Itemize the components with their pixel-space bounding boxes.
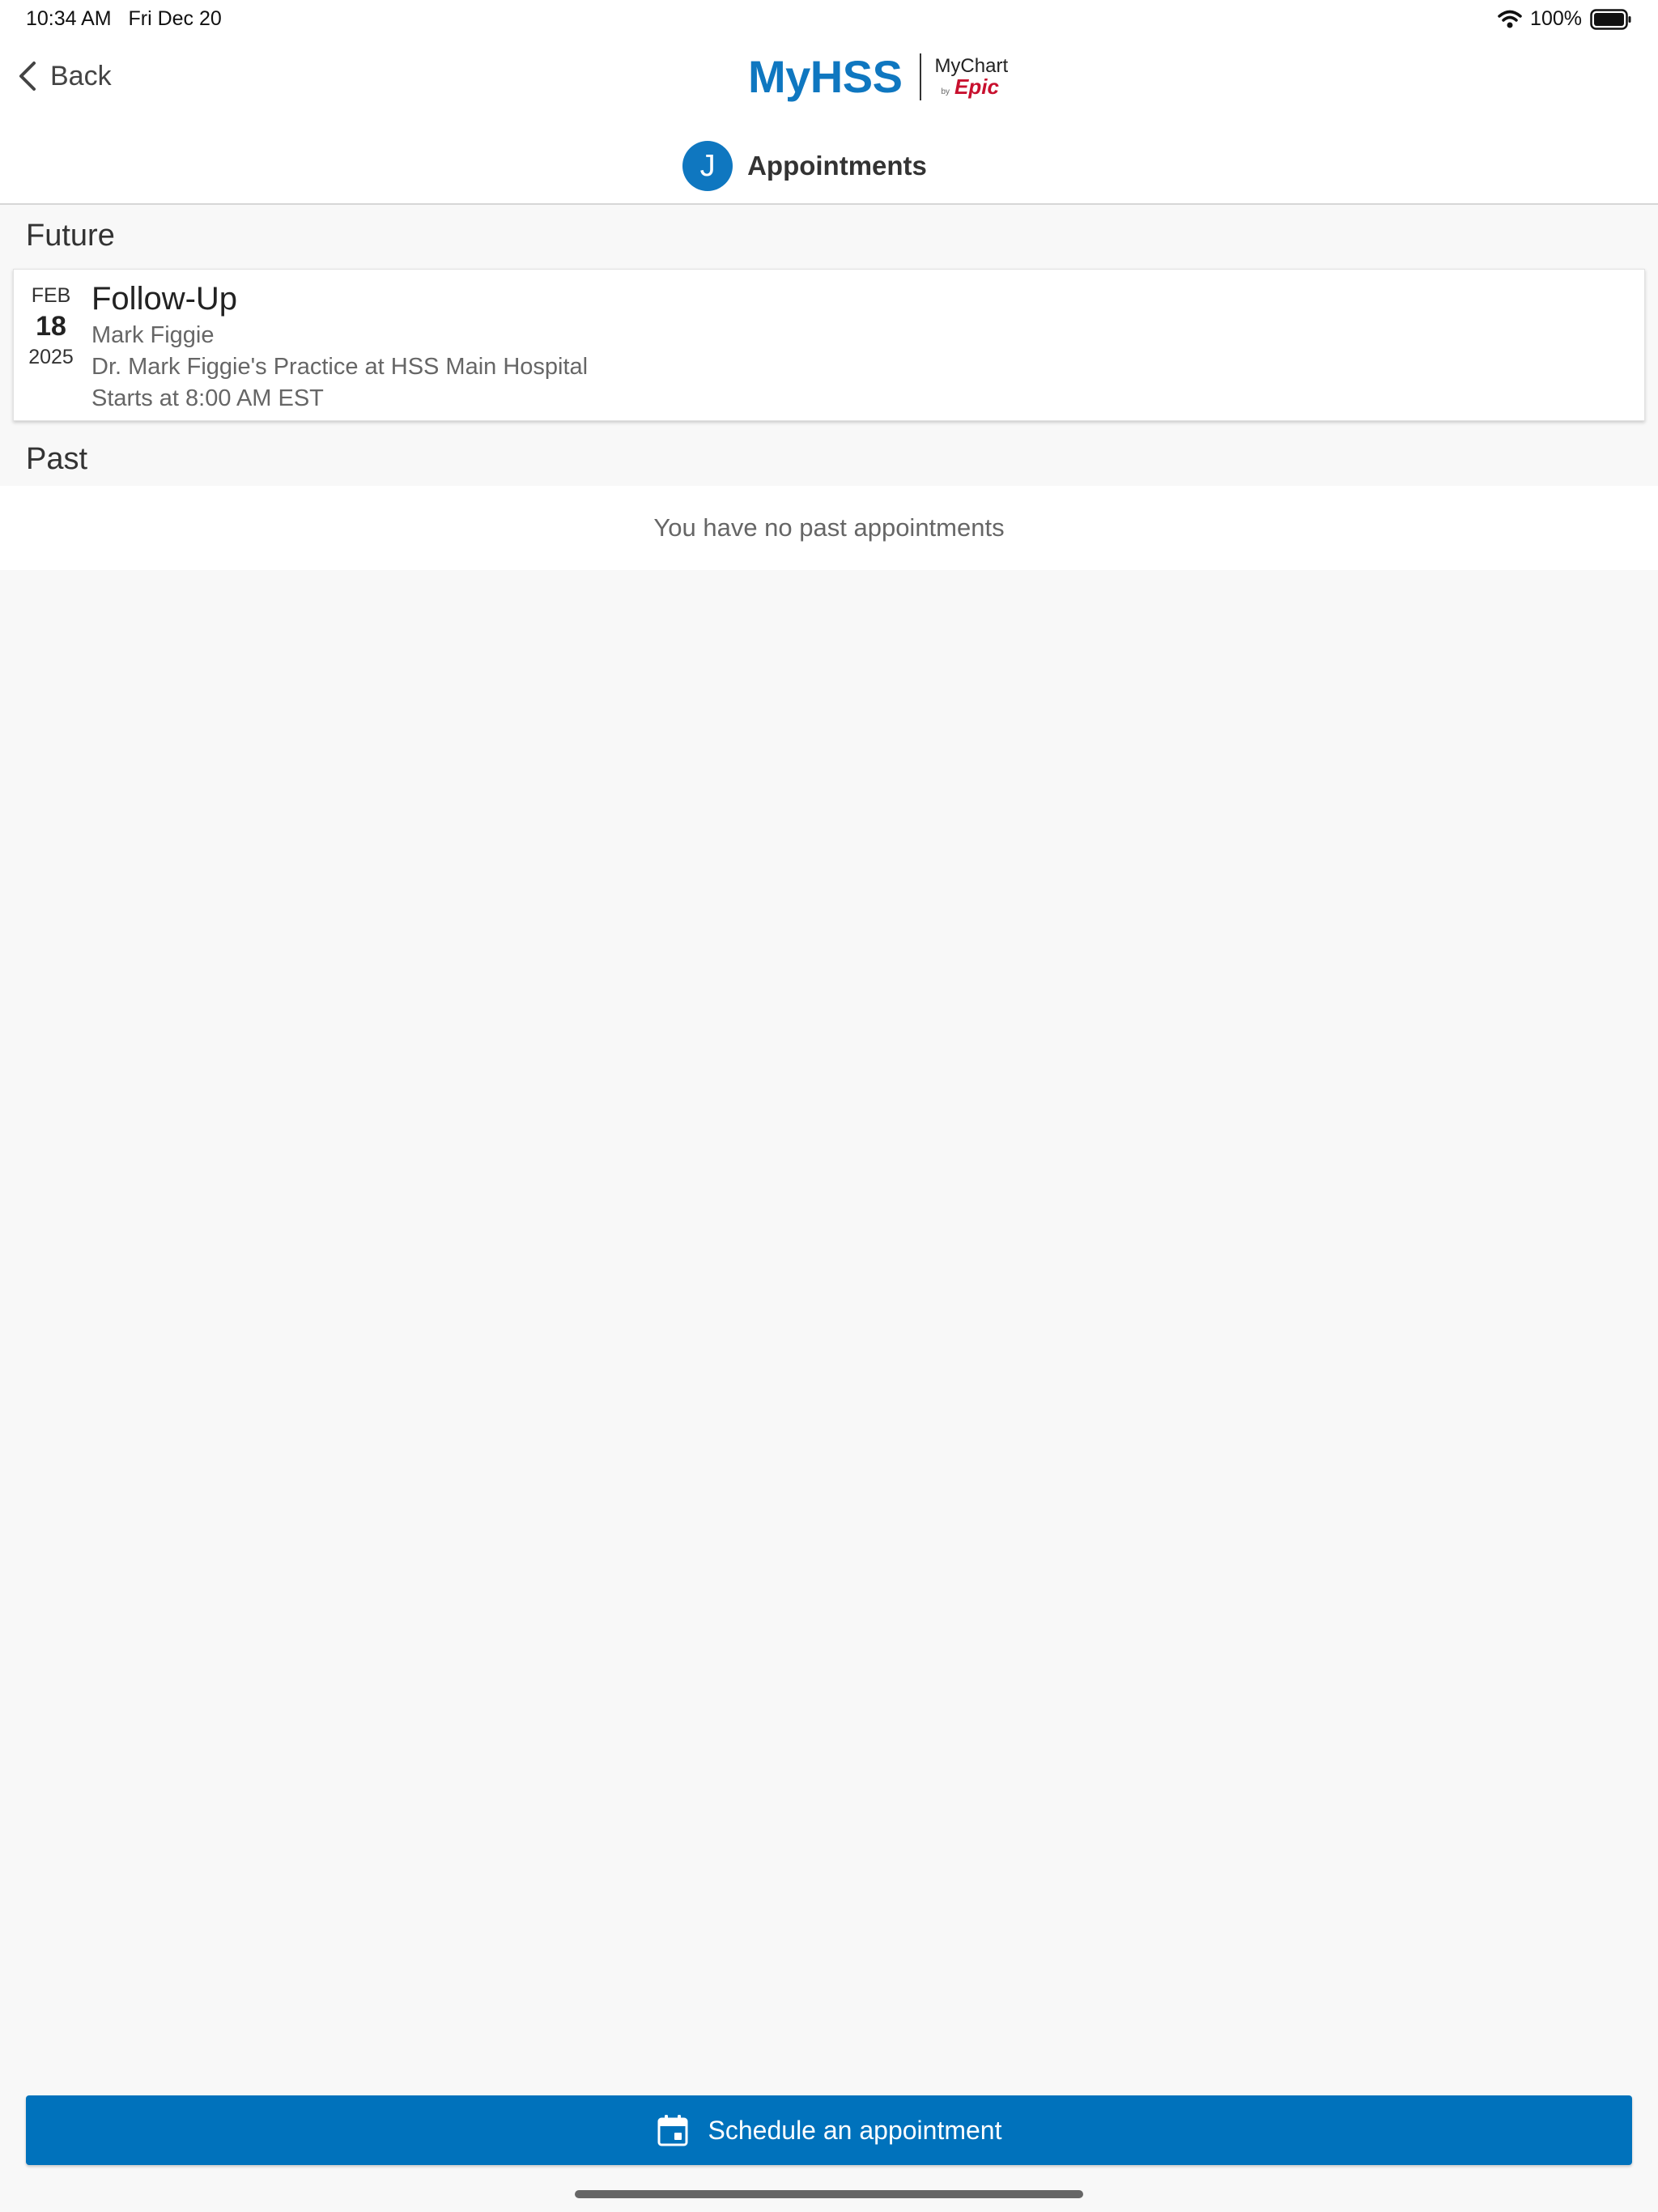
appointment-day: 18 — [36, 311, 66, 342]
schedule-label: Schedule an appointment — [708, 2115, 1002, 2145]
epic-row: by Epic — [941, 76, 1008, 97]
by-text: by — [941, 87, 950, 96]
chevron-left-icon — [19, 62, 36, 91]
appointment-date: FEB 18 2025 — [25, 284, 77, 369]
status-time: 10:34 AM Fri Dec 20 — [26, 7, 222, 31]
calendar-icon — [657, 2115, 688, 2146]
appointment-provider: Mark Figgie — [91, 322, 215, 348]
status-indicators: 100% — [1498, 7, 1632, 31]
back-label: Back — [50, 60, 112, 91]
battery-percent: 100% — [1530, 7, 1582, 30]
app-logo: MyHSS MyChart by Epic — [748, 50, 1008, 103]
past-empty-text: You have no past appointments — [653, 513, 1005, 542]
avatar[interactable]: J — [682, 141, 733, 191]
back-button[interactable]: Back — [18, 60, 112, 92]
app-header: Back MyHSS MyChart by Epic J Appointment… — [0, 39, 1658, 205]
battery-icon — [1590, 8, 1631, 30]
appointment-location: Dr. Mark Figgie's Practice at HSS Main H… — [91, 354, 589, 380]
appointment-month: FEB — [31, 284, 71, 307]
mychart-logo: MyChart by Epic — [934, 54, 1009, 97]
past-empty-panel: You have no past appointments — [0, 486, 1658, 570]
page-title: Appointments — [747, 151, 927, 181]
page-title-row: J Appointments — [0, 141, 1658, 191]
future-section-title: Future — [26, 219, 115, 253]
appointment-year: 2025 — [28, 346, 74, 368]
epic-logo: Epic — [954, 74, 999, 99]
wifi-icon — [1498, 10, 1522, 28]
appointment-type: Follow-Up — [91, 281, 238, 317]
mychart-text: MyChart — [934, 54, 1009, 77]
myhss-logo: MyHSS — [748, 51, 903, 102]
logo-divider — [920, 53, 922, 100]
appointment-time: Starts at 8:00 AM EST — [91, 385, 324, 411]
status-clock: 10:34 AM — [26, 7, 112, 30]
home-indicator[interactable] — [575, 2190, 1083, 2198]
status-date: Fri Dec 20 — [128, 7, 222, 30]
schedule-appointment-button[interactable]: Schedule an appointment — [26, 2095, 1632, 2165]
appointment-card[interactable]: FEB 18 2025 Follow-Up Mark Figgie Dr. Ma… — [13, 269, 1645, 421]
appointment-info: Follow-Up Mark Figgie Dr. Mark Figgie's … — [91, 281, 588, 412]
status-bar: 10:34 AM Fri Dec 20 100% — [0, 0, 1658, 39]
past-section-title: Past — [26, 442, 88, 476]
avatar-initial: J — [699, 148, 716, 183]
